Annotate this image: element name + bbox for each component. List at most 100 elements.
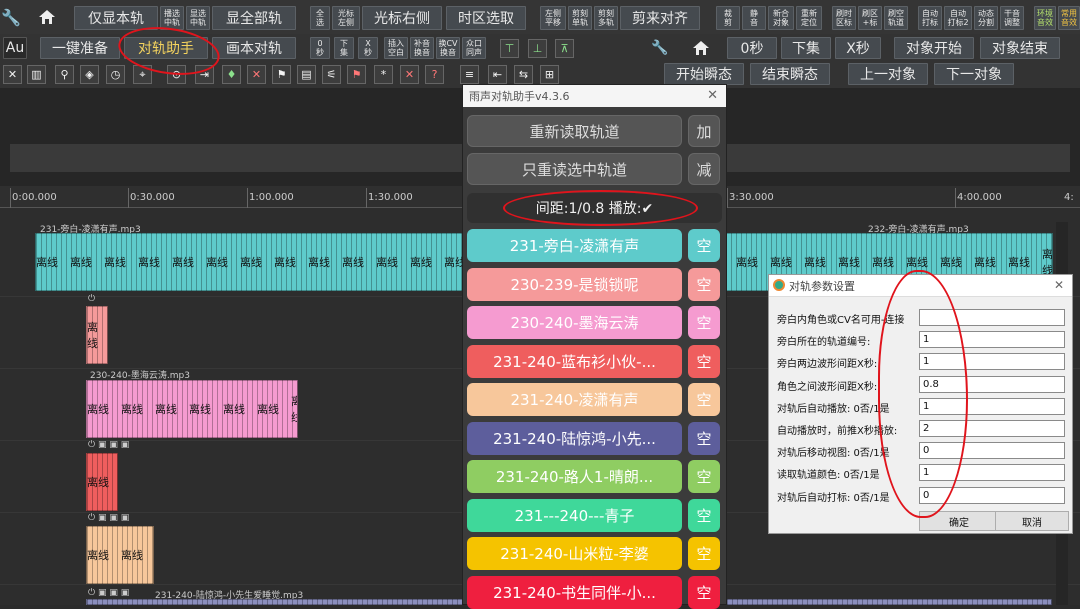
- common-audio-button[interactable]: 常用 音效: [1058, 6, 1080, 30]
- tool-icon-1[interactable]: ✕: [3, 65, 22, 84]
- x-sec-small-button[interactable]: X秒: [358, 37, 378, 59]
- align-bottom-icon[interactable]: ⊼: [555, 39, 574, 58]
- track-empty-button[interactable]: 空: [688, 267, 720, 301]
- track-empty-button[interactable]: 空: [688, 421, 720, 455]
- only-this-track-button[interactable]: 仅显本轨: [74, 6, 158, 30]
- cut-button[interactable]: 裁剪: [716, 6, 740, 30]
- tool-icon-12[interactable]: ▤: [297, 65, 316, 84]
- track-empty-button[interactable]: 空: [688, 306, 720, 339]
- track-controls-3[interactable]: ⏻ ▣ ▣ ▣: [88, 588, 129, 598]
- start-moment-button[interactable]: 开始瞬态: [664, 63, 744, 85]
- track-empty-button[interactable]: 空: [688, 344, 720, 378]
- track-empty-button[interactable]: 空: [688, 498, 720, 532]
- cursor-right-button[interactable]: 光标右侧: [362, 6, 442, 30]
- clock-icon[interactable]: ◷: [106, 65, 125, 84]
- align-top-icon[interactable]: ⊤: [500, 39, 519, 58]
- zero-sec-small-button[interactable]: 0秒: [310, 37, 330, 59]
- script-align-button[interactable]: 画本对轨: [212, 37, 296, 59]
- reposition-button[interactable]: 重新 定位: [796, 6, 822, 30]
- track-empty-button[interactable]: 空: [688, 460, 720, 493]
- cut-single-button[interactable]: 剪刻 单轨: [568, 6, 592, 30]
- track2a-clip[interactable]: 离线: [86, 306, 108, 364]
- au-label[interactable]: Au: [3, 37, 27, 59]
- track-button[interactable]: 231-240-书生同伴-小...: [467, 575, 682, 609]
- zero-sec-button[interactable]: 0秒: [727, 37, 777, 59]
- track-button[interactable]: 231-240-山米粒-李婆: [467, 537, 682, 570]
- track-button[interactable]: 231-240-路人1-晴朗...: [467, 460, 682, 493]
- pin-icon-2[interactable]: ⚑: [272, 65, 291, 84]
- auto-mark-button[interactable]: 自动 打标: [918, 6, 942, 30]
- pin-icon[interactable]: ♦: [222, 65, 241, 84]
- region-track-button[interactable]: 刷空 轨道: [884, 6, 908, 30]
- close-icon[interactable]: ✕: [1054, 278, 1064, 292]
- add-button[interactable]: 加: [688, 115, 720, 147]
- home-icon-2[interactable]: [690, 37, 712, 59]
- select-all-button[interactable]: 全选: [310, 6, 330, 30]
- track-button[interactable]: 231-240-陆惊鸿-小先...: [467, 421, 682, 455]
- track-button[interactable]: 230-239-是锁锁呢: [467, 267, 682, 301]
- track-empty-button[interactable]: 空: [688, 229, 720, 262]
- tool-icon-19[interactable]: ⇤: [488, 65, 507, 84]
- track-button[interactable]: 231-旁白-凌潇有声: [467, 229, 682, 262]
- time-region-button[interactable]: 刷时 区标: [832, 6, 856, 30]
- cursor-left-button[interactable]: 光标 左侧: [332, 6, 360, 30]
- replace-sound-button[interactable]: 补音 换音: [410, 37, 434, 59]
- tool-icon-2[interactable]: ▥: [27, 65, 46, 84]
- show-mid-track-button[interactable]: 显选 中轨: [186, 6, 210, 30]
- show-all-button[interactable]: 显全部轨: [212, 6, 296, 30]
- same-sound-button[interactable]: 众口 同声: [462, 37, 486, 59]
- env-audio-button[interactable]: 环境 音效: [1034, 6, 1056, 30]
- prev-object-button[interactable]: 上一对象: [848, 63, 928, 85]
- auto-mark2-button[interactable]: 自动 打标2: [944, 6, 972, 30]
- track-button[interactable]: 231-240-蓝布衫小伙-...: [467, 344, 682, 378]
- track3a-clip[interactable]: 离线: [86, 453, 118, 511]
- insert-blank-button[interactable]: 插入 空白: [384, 37, 408, 59]
- tool-icon-20[interactable]: ⇆: [514, 65, 533, 84]
- close-icon[interactable]: ✕: [707, 88, 718, 103]
- pin-x-icon[interactable]: ✕: [247, 65, 266, 84]
- object-start-button[interactable]: 对象开始: [894, 37, 974, 59]
- wrench-icon-2[interactable]: 🔧: [650, 37, 670, 59]
- tool-icon-21[interactable]: ⊞: [540, 65, 559, 84]
- power-icon[interactable]: ⏻: [88, 294, 95, 304]
- track-controls-2[interactable]: ⏻ ▣ ▣ ▣: [88, 513, 129, 523]
- reload-tracks-button[interactable]: 重新读取轨道: [467, 115, 682, 147]
- left-move-button[interactable]: 左侧 平移: [540, 6, 566, 30]
- tool-icon-16[interactable]: ✕: [400, 65, 419, 84]
- home-icon[interactable]: [36, 6, 58, 28]
- one-click-prep-button[interactable]: 一键准备: [40, 37, 120, 59]
- track-button[interactable]: 231---240---青子: [467, 498, 682, 532]
- wrench-icon[interactable]: 🔧: [1, 6, 21, 28]
- end-moment-button[interactable]: 结束瞬态: [750, 63, 830, 85]
- dry-adjust-button[interactable]: 干音 调整: [1000, 6, 1024, 30]
- tool-icon-13[interactable]: ⚟: [322, 65, 341, 84]
- tool-icon-17[interactable]: ?: [425, 65, 444, 84]
- tool-icon-3[interactable]: ⚲: [55, 65, 74, 84]
- tool-icon-14[interactable]: ⚑: [347, 65, 366, 84]
- replace-cv-button[interactable]: 换CV 换音: [436, 37, 460, 59]
- track-empty-button[interactable]: 空: [688, 575, 720, 609]
- dynamic-split-button[interactable]: 动态 分割: [974, 6, 998, 30]
- cancel-button[interactable]: 取消: [995, 511, 1069, 531]
- reload-selected-button[interactable]: 只重读选中轨道: [467, 153, 682, 185]
- track-button[interactable]: 230-240-墨海云涛: [467, 306, 682, 339]
- mute-button[interactable]: 静音: [742, 6, 766, 30]
- track-empty-button[interactable]: 空: [688, 537, 720, 570]
- next-set-small-button[interactable]: 下集: [334, 37, 354, 59]
- tool-icon-4[interactable]: ◈: [80, 65, 99, 84]
- cut-multi-button[interactable]: 剪刻 多轨: [594, 6, 618, 30]
- tool-icon-18[interactable]: ≡: [460, 65, 479, 84]
- region-select-button[interactable]: 时区选取: [446, 6, 526, 30]
- next-set-button[interactable]: 下集: [781, 37, 831, 59]
- tool-icon-15[interactable]: *: [374, 65, 393, 84]
- track-controls[interactable]: ⏻ ▣ ▣ ▣: [88, 440, 129, 450]
- region-mark-button[interactable]: 刷区 +标: [858, 6, 882, 30]
- new-align-button[interactable]: 新合 对象: [768, 6, 794, 30]
- next-object-button[interactable]: 下一对象: [934, 63, 1014, 85]
- track-button[interactable]: 231-240-凌潇有声: [467, 383, 682, 416]
- align-center-icon[interactable]: ⊥: [528, 39, 547, 58]
- track2-clip[interactable]: 离线离线离线离线离线离线离线: [86, 380, 298, 438]
- object-end-button[interactable]: 对象结束: [980, 37, 1060, 59]
- track4-clip[interactable]: 离线 离线: [86, 526, 154, 584]
- x-sec-button[interactable]: X秒: [835, 37, 881, 59]
